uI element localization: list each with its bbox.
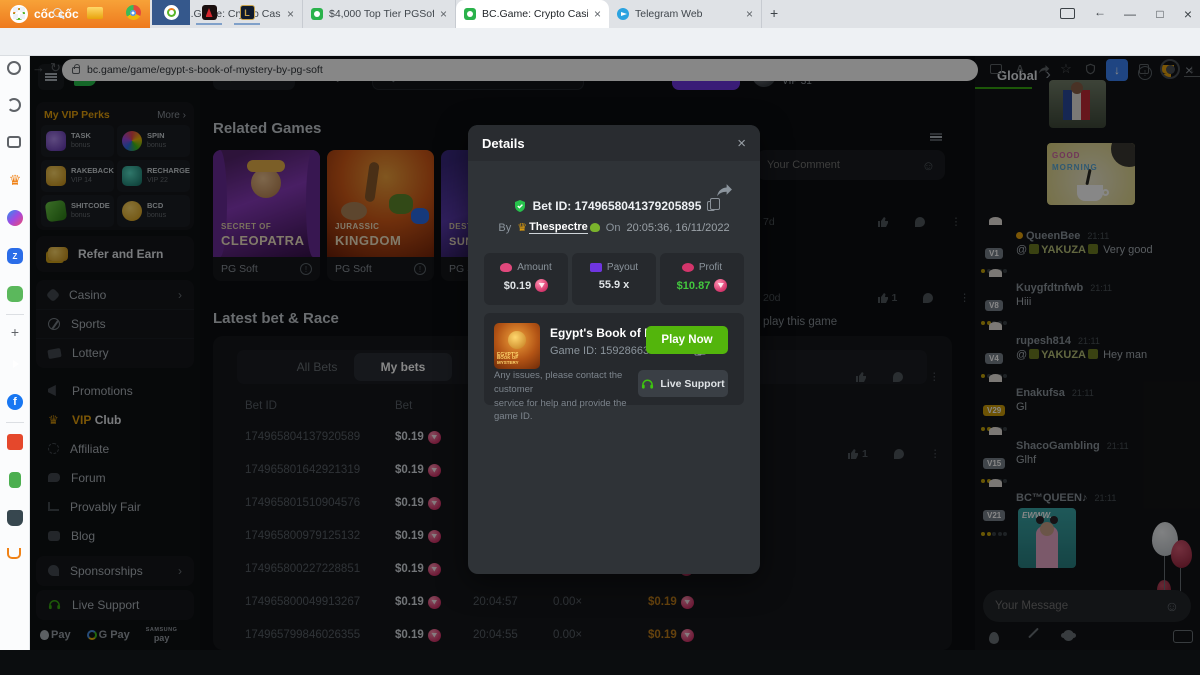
modal-title: Details (482, 136, 525, 151)
browser-tab-active[interactable]: BC.Game: Crypto Casino Gam× (456, 0, 609, 28)
amount-icon (500, 263, 512, 272)
zalo-icon[interactable]: Z (7, 248, 23, 264)
window-minimize-button[interactable]: — (1120, 4, 1140, 24)
bet-by-row: By ♛ Thespectre On 20:05:36, 16/11/2022 (468, 221, 760, 234)
garena-icon[interactable] (190, 0, 228, 25)
bet-id-row: Bet ID: 1749658041379205895 (468, 199, 760, 213)
study-icon[interactable] (7, 510, 23, 526)
payout-icon (590, 263, 602, 272)
tab-close-icon[interactable]: × (287, 7, 294, 21)
profit-icon (682, 263, 694, 272)
player-link[interactable]: ♛ Thespectre (517, 221, 600, 234)
share-icon[interactable] (716, 183, 733, 198)
coccoc-taskbar-icon[interactable] (152, 0, 190, 25)
play-now-button[interactable]: Play Now (646, 326, 728, 354)
sale-event-icon[interactable] (7, 434, 23, 450)
tab-close-icon[interactable]: × (746, 7, 753, 21)
copy-icon[interactable] (707, 201, 715, 211)
history-icon[interactable] (7, 98, 21, 112)
headset-icon (641, 378, 654, 390)
new-tab-button[interactable]: + (770, 5, 778, 21)
frog-emoji (590, 223, 600, 232)
facebook-icon[interactable]: f (7, 394, 23, 410)
add-shortcut-icon[interactable]: + (7, 324, 23, 340)
profit-stat: Profit $10.87 (660, 253, 744, 305)
browser-sidebar: ♛ Z + f (0, 56, 30, 650)
browser-toolbar: ← → ↻ bc.game/game/egypt-s-book-of-myste… (0, 28, 1200, 56)
bcgame-favicon (464, 8, 476, 20)
taskbar-search-icon[interactable] (38, 0, 76, 25)
game-thumbnail[interactable]: EGYPT'S BOOK OF MYSTERY (494, 323, 540, 369)
start-button[interactable] (0, 0, 38, 25)
bcgame-favicon (311, 8, 323, 20)
tab-close-icon[interactable]: × (594, 7, 601, 21)
bet-id-value: Bet ID: 1749658041379205895 (533, 199, 702, 213)
modal-header: Details × (468, 125, 760, 161)
bet-details-modal: Details × Bet ID: 1749658041379205895 By… (468, 125, 760, 574)
games-icon[interactable] (7, 286, 23, 302)
crown-icon: ♛ (517, 221, 527, 234)
bet-datetime: 20:05:36, 16/11/2022 (626, 222, 729, 234)
live-support-button[interactable]: Live Support (638, 370, 728, 397)
bcd-token-icon (535, 279, 548, 292)
league-of-legends-icon[interactable]: L (228, 0, 266, 25)
battery-saver-icon[interactable] (9, 472, 21, 488)
file-explorer-icon[interactable] (76, 0, 114, 25)
chrome-icon[interactable] (114, 0, 152, 25)
reader-mode-icon[interactable] (1060, 8, 1075, 19)
telegram-favicon (617, 8, 629, 20)
modal-close-icon[interactable]: × (737, 135, 746, 152)
window-maximize-button[interactable]: □ (1150, 4, 1170, 24)
game-info-box: EGYPT'S BOOK OF MYSTERY Egypt's Book of … (484, 313, 744, 405)
tab-close-icon[interactable]: × (440, 7, 447, 21)
verified-shield-icon (513, 199, 527, 213)
amount-stat: Amount $0.19 (484, 253, 568, 305)
window-close-button[interactable]: × (1178, 4, 1198, 24)
tab-search-icon[interactable]: ← (1094, 5, 1106, 19)
reading-list-icon[interactable] (7, 136, 21, 148)
hot-trending-icon[interactable]: ♛ (7, 172, 23, 188)
shopping-cart-icon[interactable] (7, 548, 21, 559)
settings-gear-icon[interactable] (7, 61, 21, 75)
payout-stat: Payout 55.9 x (572, 253, 656, 305)
browser-tab[interactable]: Telegram Web× (609, 0, 762, 28)
support-note: Any issues, please contact the customers… (494, 369, 642, 424)
bcd-token-icon (714, 279, 727, 292)
browser-tab[interactable]: $4,000 Top Tier PGSoft Multi× (303, 0, 456, 28)
messenger-icon[interactable] (7, 210, 23, 226)
